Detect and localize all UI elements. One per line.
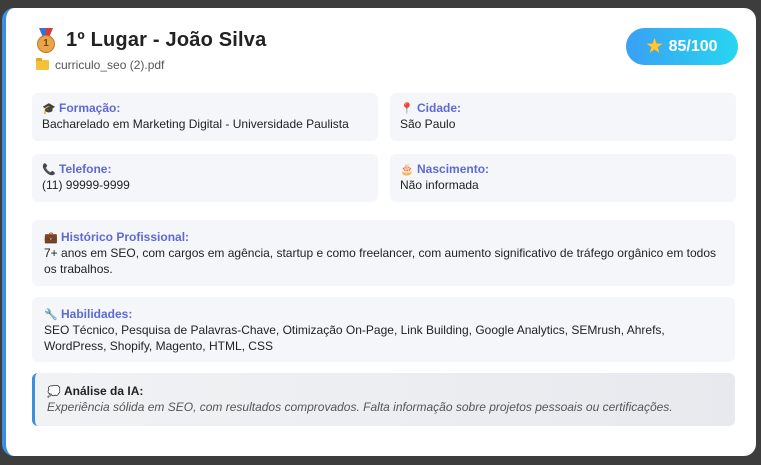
field-value: 7+ anos em SEO, com cargos em agência, s… (44, 246, 717, 276)
speech-bubble-icon: 💭 (47, 385, 61, 398)
score-value: 85/100 (668, 37, 718, 55)
score-badge: ★ 85/100 (626, 28, 738, 65)
field-value: Não informada (400, 178, 479, 192)
gold-medal-icon: 1 (36, 28, 56, 53)
briefcase-icon: 💼 (44, 231, 58, 244)
field-nascimento: 🎂 Nascimento: Não informada (390, 154, 736, 202)
graduation-cap-icon: 🎓 (42, 102, 56, 115)
ai-analysis: 💭 Análise da IA: Experiência sólida em S… (32, 373, 735, 426)
field-label: 🔧 Habilidades: (44, 307, 133, 321)
field-value: Bacharelado em Marketing Digital - Unive… (42, 117, 349, 131)
field-cidade: 📍 Cidade: São Paulo (390, 93, 736, 141)
field-formacao: 🎓 Formação: Bacharelado em Marketing Dig… (32, 93, 378, 141)
card-header: 1 1º Lugar - João Silva curriculo_seo (2… (36, 28, 266, 72)
map-pin-icon: 📍 (400, 102, 414, 115)
field-value: SEO Técnico, Pesquisa de Palavras-Chave,… (44, 323, 665, 353)
field-telefone: 📞 Telefone: (11) 99999-9999 (32, 154, 378, 202)
wrench-icon: 🔧 (44, 308, 58, 321)
star-icon: ★ (646, 36, 663, 56)
ai-analysis-label: 💭 Análise da IA: (47, 384, 144, 398)
field-value: São Paulo (400, 117, 456, 131)
ai-analysis-text: Experiência sólida em SEO, com resultado… (47, 400, 673, 414)
field-label: 📍 Cidade: (400, 101, 462, 115)
field-label: 💼 Histórico Profissional: (44, 230, 190, 244)
birthday-cake-icon: 🎂 (400, 163, 414, 176)
field-habilidades: 🔧 Habilidades: SEO Técnico, Pesquisa de … (32, 297, 735, 362)
phone-icon: 📞 (42, 163, 56, 176)
field-historico: 💼 Histórico Profissional: 7+ anos em SEO… (32, 220, 735, 286)
field-label: 🎓 Formação: (42, 101, 121, 115)
folder-icon (36, 58, 49, 70)
field-label: 📞 Telefone: (42, 162, 112, 176)
page-background: 1 1º Lugar - João Silva curriculo_seo (2… (0, 0, 761, 465)
file-name: curriculo_seo (2).pdf (55, 58, 165, 72)
candidate-title: 1º Lugar - João Silva (66, 28, 267, 51)
field-value: (11) 99999-9999 (42, 178, 130, 192)
file-row: curriculo_seo (2).pdf (36, 58, 266, 72)
field-label: 🎂 Nascimento: (400, 162, 490, 176)
title-row: 1 1º Lugar - João Silva (36, 28, 267, 53)
